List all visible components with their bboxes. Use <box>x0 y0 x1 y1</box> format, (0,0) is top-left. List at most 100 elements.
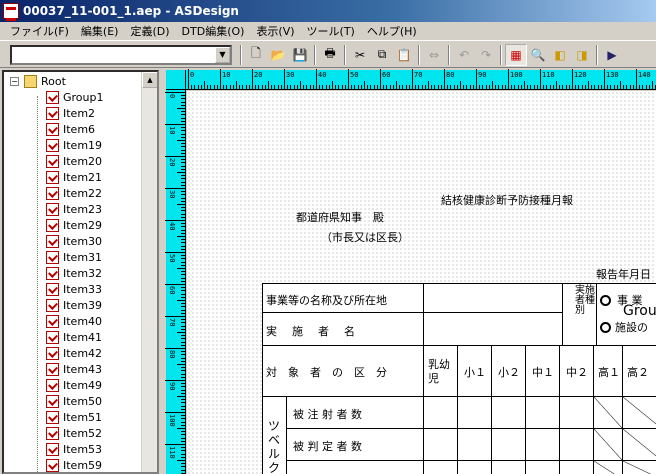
paste-icon[interactable]: 📋 <box>393 44 415 66</box>
chevron-down-icon[interactable]: ▼ <box>215 46 230 63</box>
column-elem1[interactable]: 小１ <box>457 345 492 397</box>
data-cell[interactable] <box>491 428 526 461</box>
menu-view[interactable]: 表示(V) <box>250 23 300 39</box>
menu-define[interactable]: 定義(D) <box>124 23 175 39</box>
tree-node-item[interactable]: Item23 <box>46 201 102 217</box>
menu-file[interactable]: ファイル(F) <box>4 23 75 39</box>
tree-node-item[interactable]: Item31 <box>46 249 102 265</box>
tree-node-item[interactable]: Item19 <box>46 137 102 153</box>
column-elem2[interactable]: 小２ <box>491 345 526 397</box>
option-facility[interactable]: 施設の <box>600 319 648 335</box>
tree-scrollbar[interactable]: ▲ <box>141 72 157 472</box>
implementer-name-field[interactable] <box>423 312 563 346</box>
tree-node-item[interactable]: Item40 <box>46 313 102 329</box>
magnifier-icon[interactable]: 🔍 <box>527 44 549 66</box>
tree-node-item[interactable]: Item42 <box>46 345 102 361</box>
addressee-note[interactable]: （市長又は区長） <box>321 229 409 245</box>
data-cell[interactable] <box>525 460 560 474</box>
tuberculin-side-label[interactable]: ツベルク <box>262 396 287 474</box>
tree-node-item[interactable]: Item41 <box>46 329 102 345</box>
tree-node-item[interactable]: Item29 <box>46 217 102 233</box>
implementer-type-label[interactable]: 実施者種別 <box>562 283 597 346</box>
bring-front-icon[interactable]: ◧ <box>549 44 571 66</box>
data-cell[interactable] <box>622 460 656 474</box>
data-cell[interactable] <box>491 396 526 429</box>
business-name-label[interactable]: 事業等の名称及び所在地 <box>262 283 424 313</box>
implementer-name-label[interactable]: 実 施 者 名 <box>262 312 424 346</box>
redo-icon[interactable]: ↷ <box>475 44 497 66</box>
data-cell[interactable] <box>593 460 623 474</box>
business-name-field[interactable] <box>423 283 563 313</box>
print-icon[interactable]: 🖶 <box>319 44 341 66</box>
column-hs2[interactable]: 高２ <box>622 345 656 397</box>
run-icon[interactable]: ▶ <box>601 44 623 66</box>
tree-node-item[interactable]: Item20 <box>46 153 102 169</box>
column-hs1[interactable]: 高１ <box>593 345 623 397</box>
tree-node-item[interactable]: Item6 <box>46 121 95 137</box>
tree-node-item[interactable]: Group1 <box>46 89 104 105</box>
data-cell[interactable] <box>622 428 656 461</box>
tree-node-item[interactable]: Item53 <box>46 441 102 457</box>
data-cell[interactable] <box>559 460 594 474</box>
data-cell[interactable] <box>457 396 492 429</box>
data-cell[interactable] <box>622 396 656 429</box>
move-icon[interactable]: ⇔ <box>423 44 445 66</box>
new-file-icon[interactable]: 🗋 <box>245 44 267 66</box>
tree-node-item[interactable]: Item2 <box>46 105 95 121</box>
cut-icon[interactable]: ✂ <box>349 44 371 66</box>
scroll-up-icon[interactable]: ▲ <box>142 72 157 88</box>
data-cell[interactable] <box>457 460 492 474</box>
collapse-icon[interactable]: − <box>10 77 19 86</box>
menu-help[interactable]: ヘルプ(H) <box>361 23 423 39</box>
undo-icon[interactable]: ↶ <box>453 44 475 66</box>
tree-node-item[interactable]: Item22 <box>46 185 102 201</box>
data-cell[interactable] <box>423 460 458 474</box>
tree-node-item[interactable]: Item59 <box>46 457 102 472</box>
column-jh2[interactable]: 中２ <box>559 345 594 397</box>
tree-node-item[interactable]: Item32 <box>46 265 102 281</box>
menu-tools[interactable]: ツール(T) <box>301 23 361 39</box>
data-cell[interactable] <box>423 428 458 461</box>
tree-node-root[interactable]: − Root <box>4 73 66 89</box>
data-cell[interactable] <box>593 396 623 429</box>
grid-layout-icon[interactable]: ▦ <box>505 43 527 66</box>
report-title[interactable]: 結核健康診断予防接種月報 <box>441 192 573 208</box>
injection-label[interactable]: 被 注 射 者 数 <box>286 396 424 429</box>
tree-node-item[interactable]: Item50 <box>46 393 102 409</box>
data-cell[interactable] <box>423 396 458 429</box>
tree-node-item[interactable]: Item21 <box>46 169 102 185</box>
column-jh1[interactable]: 中１ <box>525 345 560 397</box>
report-date-label[interactable]: 報告年月日 <box>596 266 651 282</box>
tree-node-item[interactable]: Item30 <box>46 233 102 249</box>
data-cell[interactable] <box>525 428 560 461</box>
judged-label[interactable]: 被 判 定 者 数 <box>286 428 424 461</box>
tree-node-item[interactable]: Item52 <box>46 425 102 441</box>
menu-edit[interactable]: 編集(E) <box>75 23 125 39</box>
ruler-tick <box>181 389 185 391</box>
tree-node-item[interactable]: Item51 <box>46 409 102 425</box>
send-back-icon[interactable]: ◨ <box>571 44 593 66</box>
ruler-label: 50 <box>168 254 176 263</box>
data-cell[interactable] <box>593 428 623 461</box>
open-folder-icon[interactable]: 📂 <box>267 44 289 66</box>
element-combo[interactable]: ▼ <box>10 44 232 65</box>
design-canvas[interactable]: 結核健康診断予防接種月報 都道府県知事 殿 （市長又は区長） 報告年月日 事業等… <box>187 91 656 474</box>
column-infant[interactable]: 乳幼児 <box>423 345 458 397</box>
tree-node-item[interactable]: Item49 <box>46 377 102 393</box>
menu-dtd-edit[interactable]: DTD編集(O) <box>176 23 251 39</box>
copy-icon[interactable]: ⧉ <box>371 44 393 66</box>
save-icon[interactable]: 💾 <box>289 44 311 66</box>
app-icon[interactable] <box>3 3 19 21</box>
next-row-label[interactable] <box>286 460 424 474</box>
implementer-type-options[interactable]: 事 業 Grou 施設の <box>596 283 656 346</box>
tree-node-item[interactable]: Item43 <box>46 361 102 377</box>
data-cell[interactable] <box>559 428 594 461</box>
data-cell[interactable] <box>525 396 560 429</box>
data-cell[interactable] <box>457 428 492 461</box>
data-cell[interactable] <box>559 396 594 429</box>
data-cell[interactable] <box>491 460 526 474</box>
tree-node-item[interactable]: Item33 <box>46 281 102 297</box>
category-label[interactable]: 対 象 者 の 区 分 <box>262 345 424 397</box>
tree-node-item[interactable]: Item39 <box>46 297 102 313</box>
addressee[interactable]: 都道府県知事 殿 <box>296 209 384 225</box>
